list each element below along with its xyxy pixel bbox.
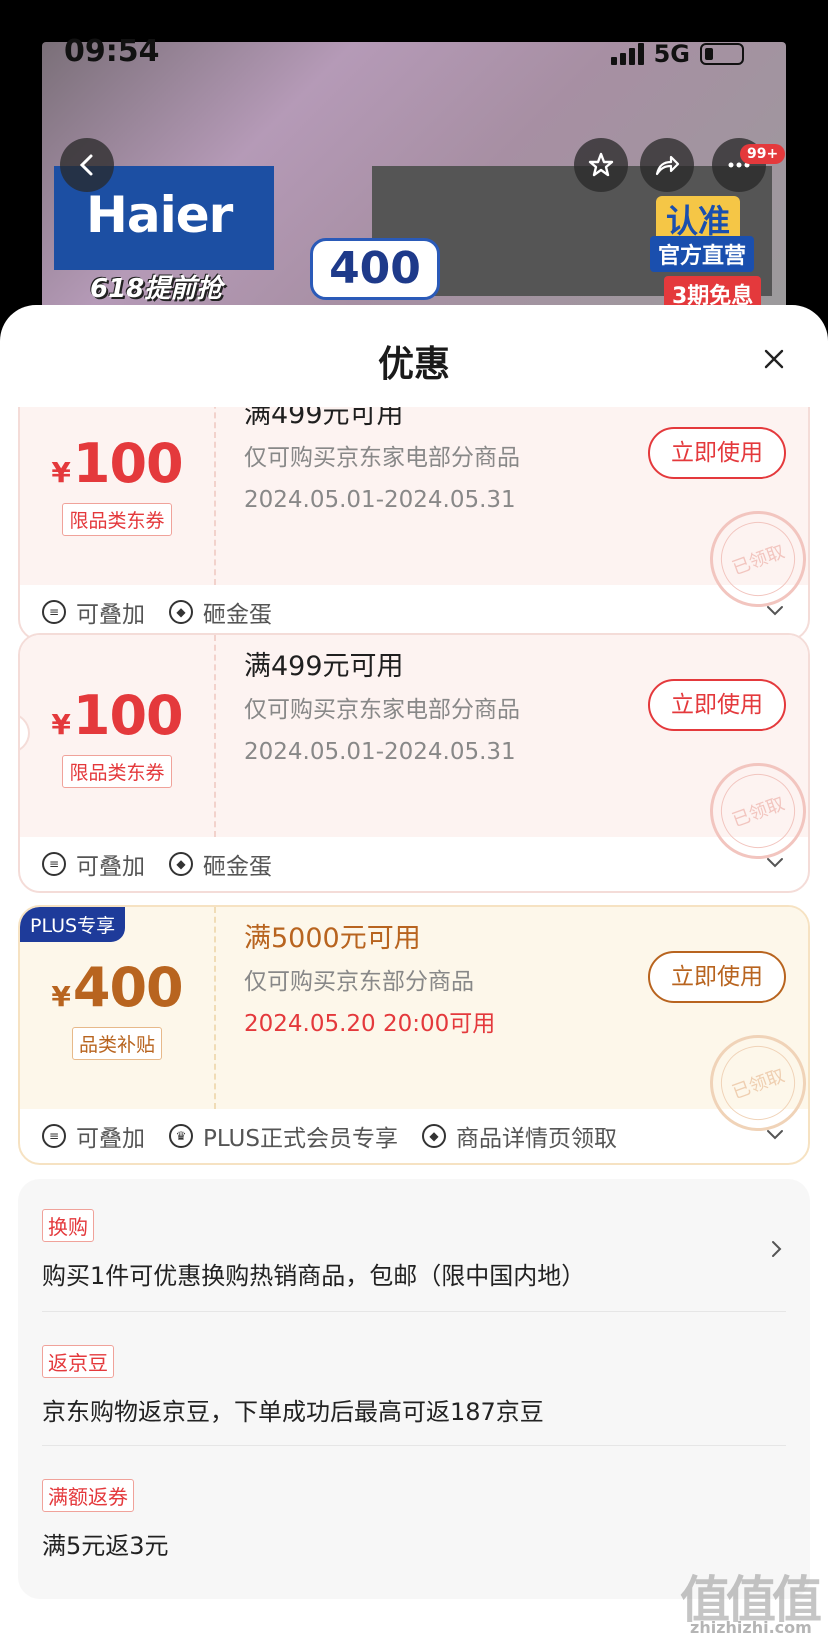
message-count-badge: 99+ [740, 144, 786, 164]
divider [42, 1311, 786, 1312]
promo-text: 满5元返3元 [42, 1532, 169, 1560]
plus-exclusive-tag: PLUS专享 [20, 907, 126, 942]
coupon-tag: 商品详情页领取 [455, 1126, 617, 1152]
coupon-tag: 可叠加 [76, 602, 145, 628]
coupon-kind: 限品类东券 [62, 503, 172, 536]
egg-icon: ◆ [169, 600, 193, 624]
brand-logo: Haier [86, 186, 233, 244]
phone-screen: 09:54 5G Haier 618提前抢 400 认准 官方直营 3期免息 9… [0, 0, 828, 1648]
chevron-right-icon[interactable] [764, 1237, 788, 1261]
promotions-panel: 换购 购买1件可优惠换购热销商品，包邮（限中国内地） 返京豆 京东购物返京豆，下… [18, 1179, 810, 1599]
chevron-left-icon [79, 154, 93, 176]
promo-row-exchange[interactable]: 换购 购买1件可优惠换购热销商品，包邮（限中国内地） [42, 1209, 786, 1291]
use-now-button[interactable]: 立即使用 [648, 427, 786, 479]
use-now-button[interactable]: 立即使用 [648, 679, 786, 731]
divider [42, 1445, 786, 1446]
close-icon[interactable] [758, 343, 790, 375]
egg-icon: ◆ [169, 852, 193, 876]
chevron-down-icon[interactable] [764, 1123, 786, 1145]
coupon-date: 2024.05.01-2024.05.31 [244, 739, 516, 765]
coupon-tag: PLUS正式会员专享 [203, 1126, 398, 1152]
crown-icon: ♛ [169, 1124, 193, 1148]
share-icon [655, 155, 680, 176]
promo-label: 返京豆 [42, 1345, 114, 1378]
coupon-kind: 品类补贴 [71, 1027, 162, 1060]
coupon-amount: ¥ 400 [51, 956, 183, 1019]
promo-text: 京东购物返京豆，下单成功后最高可返187京豆 [42, 1398, 544, 1426]
coupon-kind: 限品类东券 [62, 755, 172, 788]
coupon-date: 2024.05.20 20:00可用 [244, 1011, 496, 1037]
stack-icon: ≡ [42, 600, 66, 624]
coupon-tag: 砸金蛋 [203, 854, 272, 880]
coupon-amount: ¥ 100 [51, 684, 183, 747]
coupon-footer[interactable]: ≡ 可叠加 ◆ 砸金蛋 [20, 837, 808, 891]
coupon-footer[interactable]: ≡ 可叠加 ♛ PLUS正式会员专享 ◆ 商品详情页领取 [20, 1109, 808, 1163]
back-button[interactable] [60, 138, 114, 192]
watermark-url: zhizhizhi.com [690, 1618, 812, 1637]
chevron-down-icon[interactable] [764, 599, 786, 621]
coupon-tag: 砸金蛋 [203, 602, 272, 628]
network-label: 5G [653, 40, 690, 68]
promo-label: 满额返券 [42, 1479, 134, 1512]
chevron-down-icon[interactable] [764, 851, 786, 873]
coupon-date: 2024.05.01-2024.05.31 [244, 487, 516, 513]
coupon-card: ¥ 100 限品类东券 满499元可用 仅可购买京东家电部分商品 2024.05… [18, 407, 810, 641]
favorite-button[interactable] [574, 138, 628, 192]
coupon-tag: 可叠加 [76, 854, 145, 880]
promo-row-return-coupon[interactable]: 满额返券 满5元返3元 [42, 1479, 786, 1561]
use-now-button[interactable]: 立即使用 [648, 951, 786, 1003]
stack-icon: ≡ [42, 1124, 66, 1148]
sheet-title: 优惠 [377, 344, 450, 385]
discount-sheet: 优惠 ¥ 100 限品类东券 满499元可用 仅可购买京东家电部分商品 2024… [0, 305, 828, 1648]
coupon-card: ¥ 100 限品类东券 满499元可用 仅可购买京东家电部分商品 2024.05… [18, 633, 810, 893]
stack-icon: ≡ [42, 852, 66, 876]
signal-icon [610, 43, 644, 65]
promo-row-jingdou[interactable]: 返京豆 京东购物返京豆，下单成功后最高可返187京豆 [42, 1345, 786, 1427]
promo-label: 换购 [42, 1209, 94, 1242]
share-button[interactable] [640, 138, 694, 192]
coupon-tag: 可叠加 [76, 1126, 145, 1152]
official-badge: 官方直营 [650, 236, 755, 272]
coupon-list[interactable]: ¥ 100 限品类东券 满499元可用 仅可购买京东家电部分商品 2024.05… [0, 407, 828, 1648]
plus-coupon-card: PLUS专享 ¥ 400 品类补贴 满5000元可用 仅可购买京东部分商品 20… [18, 905, 810, 1165]
egg-icon: ◆ [421, 1124, 446, 1148]
status-bar-right: 5G [610, 40, 744, 68]
coupon-amount: ¥ 100 [51, 432, 183, 495]
status-time: 09:54 [64, 34, 160, 69]
promo-text: 购买1件可优惠换购热销商品，包邮（限中国内地） [42, 1262, 586, 1290]
star-icon [588, 152, 614, 177]
battery-icon [700, 43, 744, 65]
plus-value-badge: 400 [310, 238, 440, 300]
coupon-footer[interactable]: ≡ 可叠加 ◆ 砸金蛋 [20, 585, 808, 639]
promo-618-label: 618提前抢 [90, 274, 223, 304]
